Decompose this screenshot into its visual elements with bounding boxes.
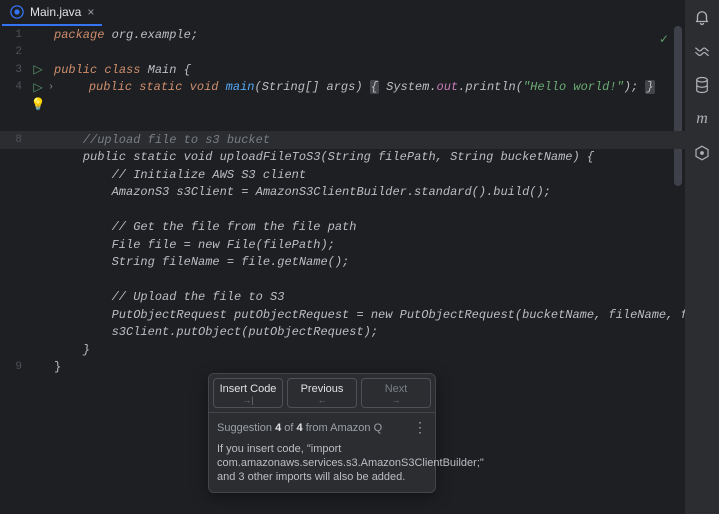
line-number: 2 — [0, 46, 28, 58]
suggestion-note: If you insert code, "import com.amazonaw… — [209, 442, 435, 492]
file-tab-main-java[interactable]: Main.java × — [2, 0, 102, 26]
hex-icon[interactable] — [693, 144, 711, 162]
run-gutter-icon[interactable]: ▷ — [33, 80, 42, 95]
suggestion-counter: Suggestion 4 of 4 from Amazon Q — [217, 422, 382, 434]
next-suggestion-button[interactable]: Next→ — [361, 378, 431, 408]
java-file-icon — [10, 5, 24, 19]
tab-filename: Main.java — [30, 5, 81, 19]
insert-code-button[interactable]: Insert Code→| — [213, 378, 283, 408]
line-number: 1 — [0, 29, 28, 41]
close-tab-icon[interactable]: × — [87, 5, 94, 19]
wave-icon[interactable] — [693, 42, 711, 60]
line-number: 9 — [0, 361, 28, 373]
intention-bulb-icon[interactable]: 💡 — [31, 97, 46, 112]
line-number: 4 — [0, 81, 28, 93]
editor-tab-bar: Main.java × — [2, 0, 102, 26]
line-number: 8 — [0, 134, 28, 146]
right-tool-window-bar: m — [685, 0, 719, 514]
line-number: 3 — [0, 64, 28, 76]
database-icon[interactable] — [693, 76, 711, 94]
previous-suggestion-button[interactable]: Previous← — [287, 378, 357, 408]
popup-more-icon[interactable]: ⋮ — [413, 419, 427, 436]
run-gutter-icon[interactable]: ▷ — [33, 62, 42, 77]
bell-icon[interactable] — [693, 8, 711, 26]
code-suggestion-popup: Insert Code→| Previous← Next→ Suggestion… — [208, 373, 436, 493]
m-icon[interactable]: m — [693, 110, 711, 128]
